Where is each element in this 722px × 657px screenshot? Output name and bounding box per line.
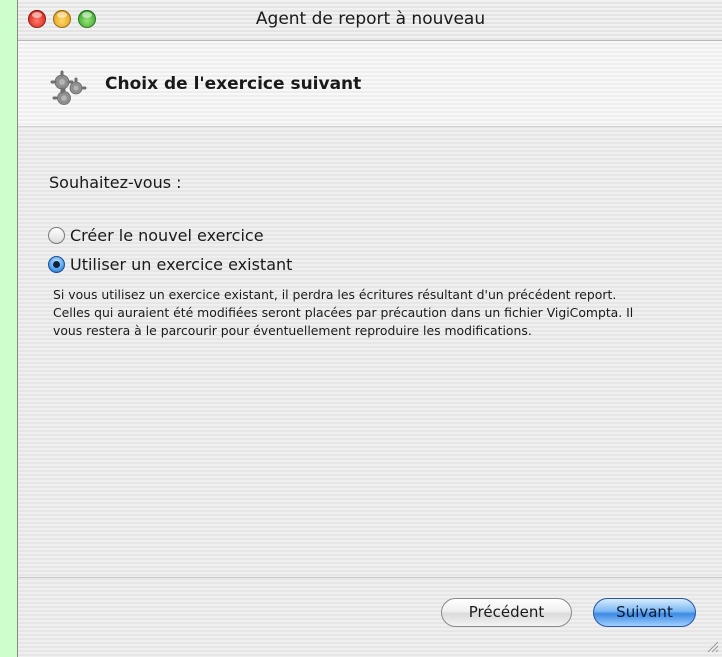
- title-bar[interactable]: Agent de report à nouveau: [18, 0, 722, 41]
- option-create-new[interactable]: Créer le nouvel exercice: [48, 224, 264, 246]
- option-label[interactable]: Utiliser un exercice existant: [70, 255, 292, 274]
- radio-button-checked[interactable]: [48, 255, 65, 273]
- option-use-existing[interactable]: Utiliser un exercice existant: [48, 253, 292, 275]
- window-title: Agent de report à nouveau: [255, 9, 486, 29]
- footer-divider: [18, 577, 722, 578]
- step-title: Choix de l'exercice suivant: [105, 74, 362, 94]
- option-description: Si vous utilisez un exercice existant, i…: [53, 287, 634, 338]
- step-header: Choix de l'exercice suivant: [18, 41, 722, 127]
- previous-button[interactable]: Précédent: [441, 598, 572, 627]
- prompt-label: Souhaitez-vous :: [49, 173, 182, 192]
- next-button[interactable]: Suivant: [593, 598, 696, 627]
- resize-grip-icon[interactable]: [705, 639, 719, 653]
- wizard-window: Agent de report à nouveau Choix de l'exe…: [17, 0, 722, 657]
- radio-button-unchecked[interactable]: [48, 226, 65, 244]
- option-label[interactable]: Créer le nouvel exercice: [70, 226, 264, 245]
- gear-cluster-icon: [50, 70, 87, 105]
